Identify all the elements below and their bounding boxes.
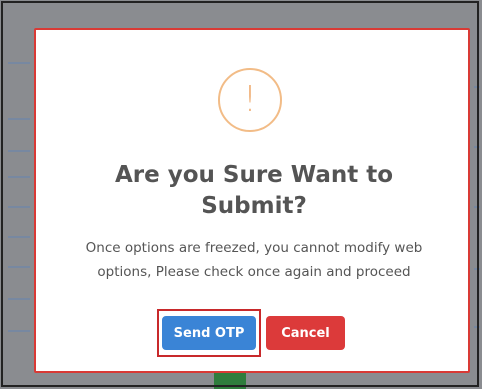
background-line	[474, 146, 480, 148]
background-green-block	[214, 372, 246, 389]
dialog-title: Are you Sure Want to Submit?	[114, 162, 394, 219]
cancel-button[interactable]: Cancel	[266, 316, 345, 350]
background-line	[8, 206, 30, 208]
confirm-submit-dialog: ! Are you Sure Want to Submit? Once opti…	[34, 28, 470, 373]
background-line	[474, 206, 480, 208]
background-line	[474, 268, 480, 270]
background-line	[474, 86, 480, 88]
background-line	[8, 236, 30, 238]
background-line	[8, 118, 30, 120]
background-line	[8, 298, 30, 300]
background-line	[8, 176, 30, 178]
background-line	[8, 266, 30, 268]
exclamation-icon: !	[218, 68, 282, 132]
background-line	[8, 150, 30, 152]
send-otp-button[interactable]: Send OTP	[162, 316, 256, 350]
dialog-message: Once options are freezed, you cannot mod…	[85, 240, 423, 280]
background-line	[8, 62, 30, 64]
background-line	[8, 330, 30, 332]
exclamation-glyph: !	[242, 79, 258, 120]
background-line	[474, 326, 480, 328]
